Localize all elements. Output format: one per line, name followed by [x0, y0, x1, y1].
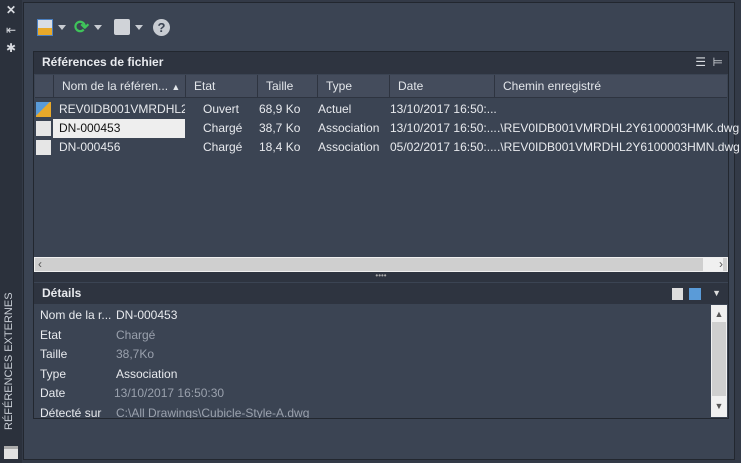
sort-asc-icon: ▲ — [171, 82, 181, 92]
panel-title: Références de fichier — [42, 55, 164, 69]
scroll-right-icon[interactable]: › — [703, 257, 723, 271]
path-icon — [114, 19, 130, 35]
ref-state: Ouvert — [203, 102, 240, 116]
file-references-header: Références de fichier ☰ ⊨ — [34, 52, 728, 74]
col-state[interactable]: Etat — [185, 75, 257, 98]
detail-label: Nom de la r... — [40, 308, 112, 322]
tree-view-icon[interactable]: ⊨ — [713, 52, 723, 73]
detail-value: Chargé — [116, 327, 156, 342]
col-type[interactable]: Type — [317, 75, 389, 98]
col-label: Nom de la référen... — [62, 79, 169, 93]
scroll-left-icon[interactable]: ‹ — [38, 257, 42, 271]
list-view-icon[interactable]: ☰ — [695, 52, 706, 73]
ref-state: Chargé — [203, 140, 243, 154]
detail-value: DN-000453 — [116, 308, 178, 322]
drawing-icon — [36, 102, 51, 117]
settings-icon[interactable]: ✱ — [5, 42, 17, 54]
details-header: Détails ▼ — [34, 283, 728, 304]
table-row[interactable]: REV0IDB001VMRDHL2Y... Ouvert 68,9 Ko Act… — [35, 100, 727, 119]
attach-dropdown[interactable] — [37, 16, 66, 38]
detail-label: Etat — [40, 327, 62, 342]
ref-state: Chargé — [203, 121, 243, 135]
refresh-dropdown[interactable]: ⟳ — [74, 16, 103, 38]
ref-type: Association — [318, 140, 380, 154]
ref-name: DN-000453 — [53, 119, 185, 138]
detail-label: Taille — [40, 347, 68, 361]
details-title: Détails — [42, 286, 82, 300]
col-size[interactable]: Taille — [257, 75, 317, 98]
chevron-down-icon — [58, 24, 66, 30]
detail-label: Date — [40, 386, 66, 400]
ref-date: 05/02/2017 16:50:... — [390, 140, 497, 154]
table-row[interactable]: DN-000456 Chargé 18,4 Ko Association 05/… — [35, 138, 740, 157]
ref-name: DN-000456 — [59, 140, 121, 154]
ref-type: Association — [318, 121, 380, 135]
dwg-icon — [36, 140, 51, 155]
horizontal-scrollbar[interactable]: ‹ › — [34, 257, 728, 272]
col-saved-path[interactable]: Chemin enregistré — [494, 75, 727, 98]
scroll-down-icon[interactable]: ▼ — [712, 396, 726, 416]
ref-type: Actuel — [318, 102, 352, 116]
detail-label: Type — [40, 366, 67, 381]
detail-value: C:\All Drawings\Cubicle-Style-A.dwg — [116, 405, 310, 419]
ref-date: 13/10/2017 16:50:... — [390, 121, 497, 135]
col-name[interactable]: Nom de la référen... ▲ — [53, 75, 185, 98]
ref-size: 68,9 Ko — [259, 102, 301, 116]
col-date[interactable]: Date — [389, 75, 494, 98]
table-row[interactable]: DN-000453 Chargé 38,7 Ko Association 13/… — [35, 119, 739, 138]
ref-size: 18,4 Ko — [259, 140, 301, 154]
change-path-dropdown[interactable] — [114, 16, 143, 38]
chevron-down-icon — [94, 24, 103, 30]
attach-dwg-icon — [37, 18, 53, 36]
details-body: Nom de la r... DN-000453 Etat Chargé Taille 3… — [34, 304, 710, 418]
side-strip: ✕ ⇤ ✱ RÉFÉRENCES EXTERNES — [0, 0, 22, 463]
ref-size: 38,7 Ko — [259, 121, 301, 135]
close-icon[interactable]: ✕ — [5, 4, 17, 16]
preview-icon[interactable] — [689, 288, 701, 300]
chevron-down-icon — [135, 24, 143, 30]
dwg-icon — [36, 121, 51, 136]
clipboard-icon — [4, 446, 18, 459]
scroll-up-icon[interactable]: ▲ — [712, 306, 726, 322]
vertical-scrollbar[interactable]: ▲ ▼ — [711, 305, 727, 417]
column-header: Nom de la référen... ▲ Etat Taille Type … — [35, 75, 727, 98]
auto-hide-icon[interactable]: ⇤ — [5, 24, 17, 36]
palette-title: RÉFÉRENCES EXTERNES — [3, 292, 15, 430]
ref-name: REV0IDB001VMRDHL2Y... — [59, 102, 185, 116]
refresh-icon: ⟳ — [74, 17, 90, 37]
detail-label: Détecté sur — [40, 405, 102, 419]
detail-value: 13/10/2017 16:50:30 — [114, 386, 225, 400]
ref-saved-path: .\REV0IDB001VMRDHL2Y6100003HMN.dwg — [497, 140, 740, 154]
ref-saved-path: .\REV0IDB001VMRDHL2Y6100003HMK.dwg — [497, 121, 740, 135]
chevron-down-icon[interactable]: ▼ — [712, 283, 721, 304]
splitter-handle[interactable]: •••• — [34, 272, 728, 282]
ref-date: 13/10/2017 16:50:... — [390, 102, 497, 116]
help-button[interactable]: ? — [153, 16, 170, 38]
details-view-icon[interactable] — [672, 288, 683, 300]
help-icon: ? — [153, 18, 170, 36]
detail-value: Association — [116, 366, 178, 381]
detail-value: 38,7Ko — [116, 347, 155, 361]
